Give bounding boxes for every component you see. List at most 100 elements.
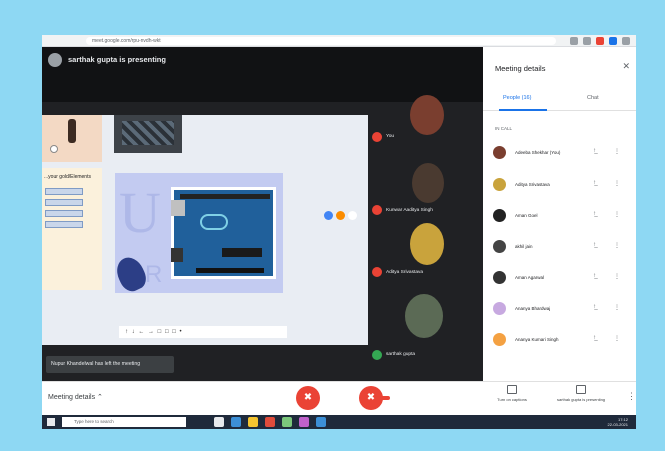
slide-arduino: U R — [112, 173, 283, 295]
participant-tile[interactable]: sarthak gupta — [372, 294, 483, 364]
participant-name: Ananya Bhardwaj — [515, 306, 551, 311]
presenter-avatar — [48, 53, 62, 67]
presenter-text: sarthak gupta is presenting — [68, 55, 166, 64]
panel-tabs: People (16) Chat — [483, 91, 636, 111]
avatar — [493, 271, 506, 284]
presenting-label: sarthak gupta is presenting — [556, 397, 606, 402]
participant-video — [410, 95, 444, 135]
avatar — [493, 302, 506, 315]
arduino-board-image — [171, 187, 276, 279]
taskbar-search-input[interactable]: Type here to search — [62, 417, 186, 427]
taskbar-app-icon[interactable] — [282, 417, 292, 427]
tab-people[interactable]: People (16) — [503, 95, 531, 101]
browser-icon[interactable] — [596, 37, 604, 45]
more-options-icon[interactable]: ⋮ — [614, 273, 620, 280]
clock-date: 22-03-2021 — [607, 422, 628, 427]
taskbar-app-icon[interactable] — [265, 417, 275, 427]
participant-tile[interactable]: Kunwar Aaditya Singh — [372, 161, 483, 221]
more-options-icon[interactable]: ⋮ — [614, 148, 620, 155]
meeting-details-button[interactable]: Meeting details ⌃ — [48, 393, 103, 401]
taskbar-app-icon[interactable] — [248, 417, 258, 427]
header-pins — [180, 194, 270, 199]
document-panel: ...your gold/Elements — [42, 168, 102, 290]
more-options-icon[interactable]: ⋮ — [614, 211, 620, 218]
bottom-pins — [196, 268, 264, 273]
taskbar-app-icon[interactable] — [214, 417, 224, 427]
muted-mic-icon — [372, 132, 382, 142]
participant-name: Aditya Srivastava — [386, 270, 424, 275]
tab-chat[interactable]: Chat — [587, 95, 599, 101]
app-window: meet.google.com/rpu-nvdh-wkt sarthak gup… — [42, 35, 636, 429]
participant-row[interactable]: Adeeba Shekhar (You) ↑̲ ⋮ — [493, 143, 629, 163]
slide-letter-decoration: R — [145, 261, 163, 288]
camera-toggle-button[interactable]: ✖ — [359, 386, 383, 410]
chevron-up-icon: ⌃ — [97, 394, 103, 401]
annotation-toolbar[interactable]: ↑ ↓ ← → □ □ □ • — [119, 326, 287, 338]
avatar — [493, 240, 506, 253]
meeting-details-panel: Meeting details ✕ People (16) Chat IN CA… — [483, 47, 636, 381]
captions-button[interactable]: Turn on captions — [487, 385, 537, 402]
pin-icon[interactable]: ↑̲ — [593, 335, 596, 341]
url-field[interactable]: meet.google.com/rpu-nvdh-wkt — [86, 37, 556, 45]
doc-row — [45, 210, 83, 217]
participant-name: Ananya Kumari Singh — [515, 337, 559, 342]
participant-name: Kunwar Aaditya Singh — [386, 208, 433, 213]
windows-start-icon[interactable] — [47, 418, 55, 426]
power-jack — [171, 248, 183, 262]
close-icon[interactable]: ✕ — [622, 61, 630, 72]
more-options-icon[interactable]: ⋮ — [627, 391, 636, 402]
taskbar-app-icon[interactable] — [299, 417, 309, 427]
browser-icon[interactable] — [622, 37, 630, 45]
pin-icon[interactable]: ↑̲ — [593, 273, 596, 279]
participant-name: Aditya Srivastava — [515, 182, 550, 187]
more-options-icon[interactable]: ⋮ — [614, 335, 620, 342]
pin-icon[interactable]: ↑̲ — [593, 180, 596, 186]
browser-icon[interactable] — [583, 37, 591, 45]
participant-video — [410, 223, 444, 265]
browser-icon[interactable] — [609, 37, 617, 45]
muted-mic-icon — [372, 205, 382, 215]
arduino-logo-icon — [200, 214, 228, 230]
system-tray-clock[interactable]: 17:12 22-03-2021 — [608, 417, 628, 427]
active-tab-indicator — [499, 109, 547, 111]
screen-thumbnail — [114, 115, 182, 153]
document-title: ...your gold/Elements — [44, 174, 91, 180]
browser-address-bar: meet.google.com/rpu-nvdh-wkt — [42, 35, 636, 47]
mic-toggle-button[interactable]: ✖ — [296, 386, 320, 410]
usb-port — [171, 200, 185, 216]
section-label: IN CALL — [495, 126, 513, 131]
avatar — [493, 209, 506, 222]
meeting-stage: sarthak gupta is presenting ...your gold… — [42, 47, 483, 381]
more-options-icon[interactable]: ⋮ — [614, 242, 620, 249]
taskbar-app-icon[interactable] — [316, 417, 326, 427]
captions-label: Turn on captions — [497, 397, 527, 402]
pin-icon[interactable]: ↑̲ — [593, 304, 596, 310]
participant-row[interactable]: Aman Goel ↑̲ ⋮ — [493, 206, 629, 226]
participant-tile[interactable]: You — [372, 91, 483, 159]
panel-title: Meeting details — [495, 64, 546, 73]
present-now-button[interactable]: sarthak gupta is presenting — [556, 385, 606, 402]
avatar — [493, 146, 506, 159]
slide-letter-decoration: U — [119, 180, 161, 245]
microcontroller-chip — [222, 248, 262, 257]
pin-icon[interactable]: ↑̲ — [593, 242, 596, 248]
pin-icon[interactable]: ↑̲ — [593, 148, 596, 154]
pin-icon[interactable]: ↑̲ — [593, 211, 596, 217]
participant-row[interactable]: Aman Agarwal ↑̲ ⋮ — [493, 268, 629, 288]
muted-mic-icon — [372, 267, 382, 277]
screen-thumbnail — [42, 115, 102, 162]
participant-tile[interactable]: Aditya Srivastava — [372, 223, 483, 285]
participant-row[interactable]: Ananya Kumari Singh ↑̲ ⋮ — [493, 330, 629, 350]
circuit-image — [122, 121, 174, 145]
taskbar-app-icon[interactable] — [231, 417, 241, 427]
left-meeting-toast: Nupur Khandelwal has left the meeting — [46, 356, 174, 373]
participant-video — [412, 163, 444, 203]
more-options-icon[interactable]: ⋮ — [614, 304, 620, 311]
browser-icon[interactable] — [570, 37, 578, 45]
participant-row[interactable]: akhil jain ↑̲ ⋮ — [493, 237, 629, 257]
reaction-dot-icon — [324, 211, 333, 220]
participant-name: sarthak gupta — [386, 352, 416, 357]
more-options-icon[interactable]: ⋮ — [614, 180, 620, 187]
participant-row[interactable]: Ananya Bhardwaj ↑̲ ⋮ — [493, 299, 629, 319]
participant-row[interactable]: Aditya Srivastava ↑̲ ⋮ — [493, 175, 629, 195]
